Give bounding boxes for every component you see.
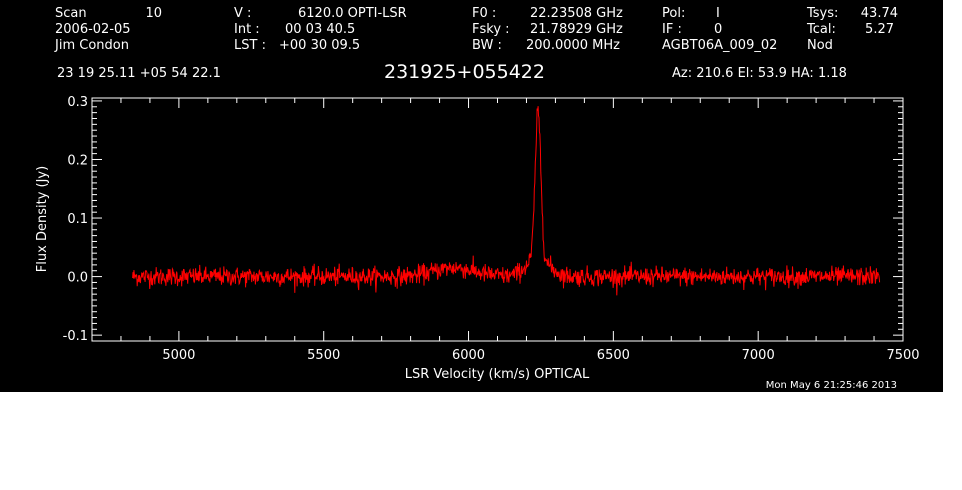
x-tick-label: 6500 [597,348,630,363]
y-tick-label: 0.0 [67,271,88,286]
render-timestamp: Mon May 6 21:25:46 2013 [765,380,897,391]
x-axis-title: LSR Velocity (km/s) OPTICAL [405,367,590,382]
plot-panel: Scan 10 2006-02-05 Jim Condon V : 6120.0… [0,0,943,392]
y-tick-label: -0.1 [63,329,88,344]
axis-ticks [91,98,904,342]
y-axis-title: Flux Density (Jy) [35,166,50,272]
y-tick-labels: -0.1 0.0 0.1 0.2 0.3 [63,95,88,344]
x-tick-label: 5000 [162,348,195,363]
y-tick-label: 0.1 [67,212,88,227]
y-tick-label: 0.2 [67,153,88,168]
x-tick-label: 6000 [452,348,485,363]
x-tick-label: 7500 [886,348,919,363]
plot-frame [91,97,904,342]
y-tick-label: 0.3 [67,95,88,110]
x-tick-label: 5500 [307,348,340,363]
x-tick-labels: 5000 5500 6000 6500 7000 7500 [162,348,919,363]
spectrum-chart: 5000 5500 6000 6500 7000 7500 -0.1 0.0 0.1 0.2 0.… [35,95,920,382]
spectrum-trace [132,106,881,296]
x-tick-label: 7000 [742,348,775,363]
